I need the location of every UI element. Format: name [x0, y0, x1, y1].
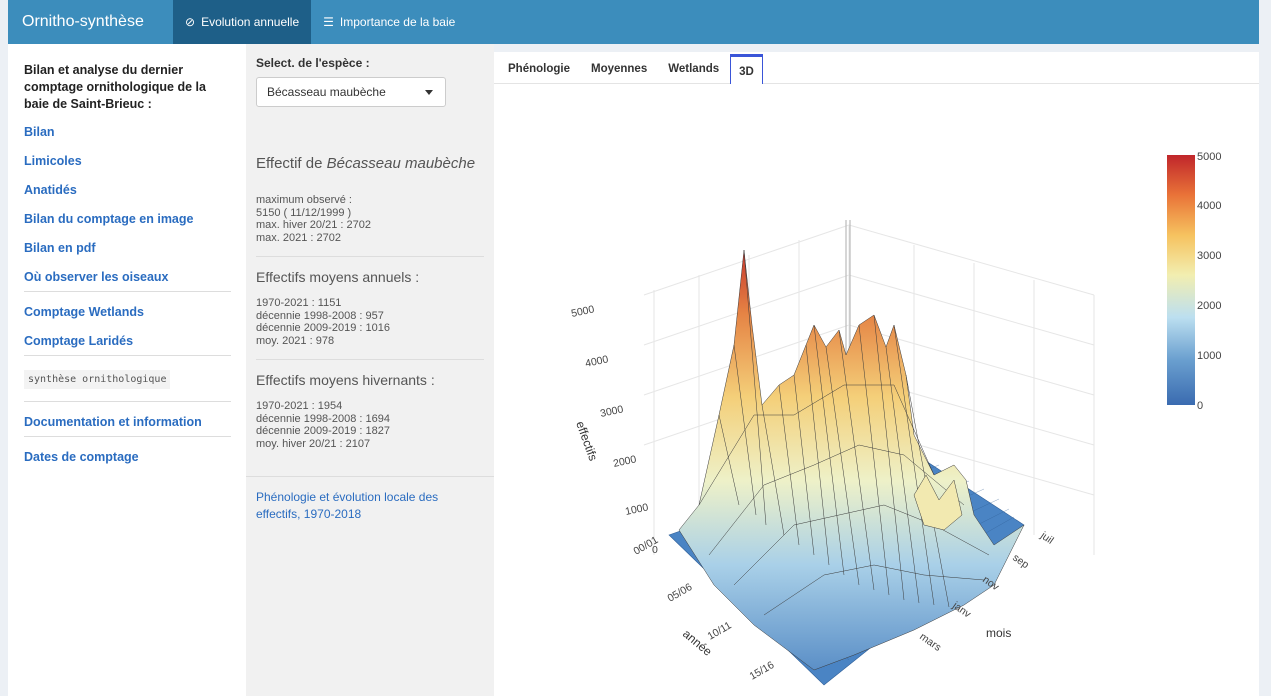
surface-3d-plot[interactable]: 5000 4000 3000 2000 1000 0 effectifs 00/… [494, 85, 1259, 696]
tab-wetlands[interactable]: Wetlands [658, 51, 730, 83]
species-select-value: Bécasseau maubèche [267, 85, 386, 99]
z-tick-label: 3000 [599, 403, 624, 420]
sidebar-link-anatides[interactable]: Anatidés [24, 182, 231, 211]
sidebar-heading: Bilan et analyse du dernier comptage orn… [24, 63, 206, 111]
y-tick-label: mars [917, 631, 943, 654]
colorbar-tick: 0 [1197, 400, 1203, 412]
annual-stats: 1970-2021 : 1151 décennie 1998-2008 : 95… [256, 297, 484, 347]
z-tick-label: 4000 [584, 353, 609, 370]
y-tick-label: sep [1010, 552, 1031, 572]
nav-evolution-annuelle[interactable]: ⊘ Evolution annuelle [173, 0, 312, 44]
caret-down-icon [425, 89, 433, 95]
compass-icon: ⊘ [185, 15, 196, 29]
colorbar-tick: 3000 [1197, 250, 1221, 262]
chart-tabs: Phénologie Moyennes Wetlands 3D [494, 52, 1259, 84]
winter-stats: 1970-2021 : 1954 décennie 1998-2008 : 16… [256, 400, 484, 450]
y-tick-label: juil [1037, 529, 1055, 547]
stat-line: max. 2021 : 2702 [256, 231, 342, 244]
colorbar [1167, 155, 1195, 405]
colorbar-tick: 4000 [1197, 200, 1221, 212]
z-tick-label: 5000 [570, 303, 595, 320]
stat-line: moy. hiver 20/21 : 2107 [256, 437, 371, 450]
max-stats: maximum observé : 5150 ( 11/12/1999 ) ma… [256, 194, 484, 244]
stat-line: décennie 1998-2008 : 1694 [256, 412, 390, 425]
phenologie-link[interactable]: Phénologie et évolution locale des effec… [256, 489, 484, 523]
stat-line: décennie 2009-2019 : 1016 [256, 322, 390, 334]
z-tick-label: 2000 [612, 453, 637, 470]
colorbar-tick: 1000 [1197, 350, 1221, 362]
stat-line: décennie 2009-2019 : 1827 [256, 425, 390, 437]
effectif-species: Bécasseau maubèche [326, 155, 476, 172]
stat-line: maximum observé : [256, 194, 352, 206]
sidebar-link-limicoles[interactable]: Limicoles [24, 153, 231, 182]
chart-area: Phénologie Moyennes Wetlands 3D 5000 400… [494, 52, 1259, 696]
x-tick-label: 15/16 [748, 659, 777, 683]
sidebar-link-observer[interactable]: Où observer les oiseaux [24, 269, 231, 291]
species-select[interactable]: Bécasseau maubèche [256, 77, 446, 107]
sidebar-code-synthese[interactable]: synthèse ornithologique [24, 370, 171, 389]
x-tick-label: 10/11 [706, 619, 734, 642]
stat-line: moy. 2021 : 978 [256, 334, 335, 347]
list-icon: ☰ [323, 15, 334, 29]
species-select-label: Select. de l'espèce : [256, 56, 370, 70]
stat-line: 1970-2021 : 1954 [256, 400, 343, 412]
colorbar-tick: 5000 [1197, 151, 1221, 163]
z-tick-label: 1000 [624, 501, 649, 518]
sidebar-link-bilan[interactable]: Bilan [24, 124, 231, 153]
colorbar-ticks: 5000 4000 3000 2000 1000 0 [1197, 151, 1221, 412]
sidebar-link-wetlands[interactable]: Comptage Wetlands [24, 304, 231, 333]
app-brand[interactable]: Ornitho-synthèse [8, 0, 173, 44]
z-axis-title: effectifs [573, 419, 600, 462]
effectif-title: Effectif de Bécasseau maubèche [256, 155, 484, 172]
sidebar-link-larides[interactable]: Comptage Laridés [24, 333, 231, 355]
nav-evolution-label: Evolution annuelle [201, 15, 300, 29]
sidebar-link-bilan-pdf[interactable]: Bilan en pdf [24, 240, 231, 269]
top-navbar: Ornitho-synthèse ⊘ Evolution annuelle ☰ … [8, 0, 1259, 44]
sidebar-divider [24, 436, 231, 437]
sidebar-divider [24, 291, 231, 292]
x-tick-label: 05/06 [666, 581, 695, 605]
sidebar-link-documentation[interactable]: Documentation et information [24, 414, 231, 436]
tab-moyennes[interactable]: Moyennes [581, 51, 658, 83]
tab-3d[interactable]: 3D [730, 54, 763, 84]
stat-line: 1970-2021 : 1151 [256, 297, 342, 309]
species-panel: Select. de l'espèce : Bécasseau maubèche… [246, 44, 494, 696]
sidebar-link-dates[interactable]: Dates de comptage [24, 449, 231, 478]
colorbar-tick: 2000 [1197, 300, 1221, 312]
annual-title: Effectifs moyens annuels : [256, 256, 484, 285]
effectif-prefix: Effectif de [256, 155, 327, 172]
sidebar-link-bilan-image[interactable]: Bilan du comptage en image [24, 211, 231, 240]
sidebar: Bilan et analyse du dernier comptage orn… [8, 44, 246, 696]
stat-line: 5150 ( 11/12/1999 ) [256, 206, 352, 219]
tab-phenologie[interactable]: Phénologie [498, 51, 581, 83]
sidebar-divider [24, 355, 231, 356]
nav-importance-label: Importance de la baie [339, 15, 456, 29]
y-axis-title: mois [986, 626, 1011, 640]
stat-line: décennie 1998-2008 : 957 [256, 309, 384, 322]
sidebar-divider [24, 401, 231, 402]
stat-line: max. hiver 20/21 : 2702 [256, 219, 371, 231]
nav-importance-baie[interactable]: ☰ Importance de la baie [311, 0, 467, 44]
panel-divider [246, 476, 494, 477]
winter-title: Effectifs moyens hivernants : [256, 359, 484, 388]
